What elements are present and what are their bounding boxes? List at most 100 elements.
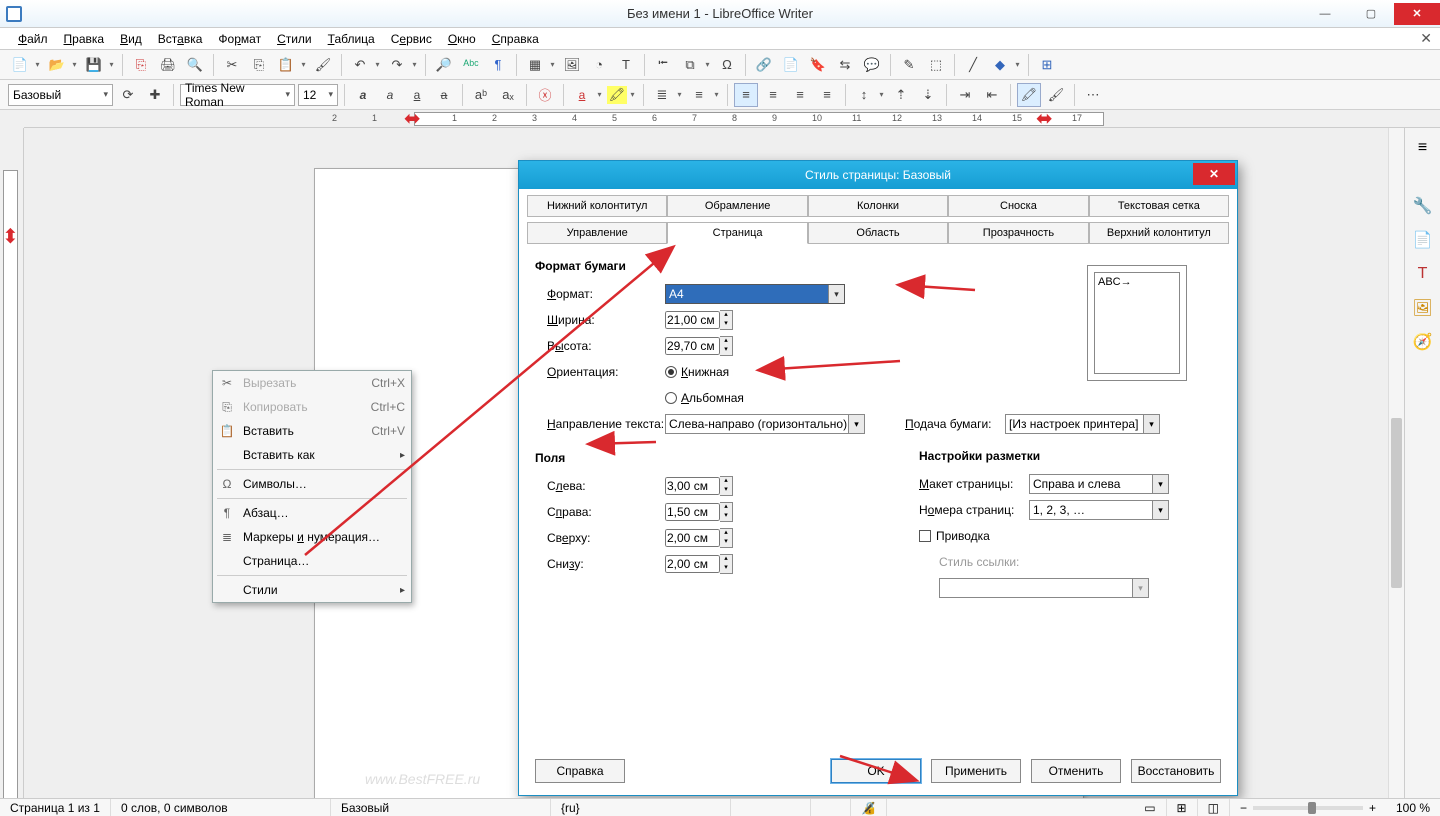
record-changes-icon[interactable]: ⬚ [924,53,948,77]
pagenum-combo[interactable]: 1, 2, 3, …▾ [1029,500,1169,520]
clone-fmt-icon[interactable]: 🖌 [311,53,335,77]
export-pdf-icon[interactable]: ⎘ [129,53,153,77]
ctx-paragraph[interactable]: ¶Абзац… [213,501,411,525]
comment-icon[interactable]: 💬 [860,53,884,77]
highlight-color-icon[interactable]: 🖍 [1017,83,1041,107]
status-words[interactable]: 0 слов, 0 символов [111,799,331,816]
undo-icon[interactable]: ↶ [348,53,372,77]
align-center-icon[interactable]: ≡ [761,83,785,107]
highlight-dropdown[interactable]: ▾ [628,83,637,107]
ctx-symbols[interactable]: ΩСимволы… [213,472,411,496]
ctx-styles[interactable]: Стили▸ [213,578,411,602]
copy-icon[interactable]: ⎘ [247,53,271,77]
special-char-icon[interactable]: Ω [715,53,739,77]
tab-area[interactable]: Область [808,222,948,244]
maximize-button[interactable]: ▢ [1348,3,1394,25]
tab-footer[interactable]: Нижний колонтитул [527,195,667,217]
print-icon[interactable]: 🖨 [156,53,180,77]
register-checkbox[interactable]: Приводка [919,529,990,543]
tab-textgrid[interactable]: Текстовая сетка [1089,195,1229,217]
draw-funcs-icon[interactable]: ⊞ [1035,53,1059,77]
highlight-icon[interactable]: 🖍 [607,86,627,104]
superscript-icon[interactable]: aᵇ [469,83,493,107]
status-style[interactable]: Базовый [331,799,551,816]
number-list-icon[interactable]: ≡ [687,83,711,107]
cancel-button[interactable]: Отменить [1031,759,1121,783]
paragraph-style-combo[interactable]: Базовый▾ [8,84,113,106]
tab-borders[interactable]: Обрамление [667,195,807,217]
status-sel[interactable] [811,799,851,816]
open-icon[interactable]: 📂 [45,53,69,77]
width-stepper[interactable]: ▴▾ [720,310,733,330]
table-icon[interactable]: ▦ [523,53,547,77]
open-dropdown[interactable]: ▾ [70,53,79,77]
line-icon[interactable]: ╱ [961,53,985,77]
textbox-icon[interactable]: T [614,53,638,77]
margin-right-input[interactable] [665,503,720,521]
cut-icon[interactable]: ✂ [220,53,244,77]
shapes-dropdown[interactable]: ▾ [1013,53,1022,77]
underline-icon[interactable]: a [405,83,429,107]
margin-bottom-input[interactable] [665,555,720,573]
hyperlink-icon[interactable]: 🔗 [752,53,776,77]
menu-format[interactable]: Формат [210,30,269,48]
dialog-close-button[interactable]: ✕ [1193,163,1235,185]
print-preview-icon[interactable]: 🔍 [183,53,207,77]
document-close-icon[interactable]: ✕ [1412,28,1440,49]
italic-icon[interactable]: a [378,83,402,107]
paste-icon[interactable]: 📋 [274,53,298,77]
vertical-ruler[interactable]: ⬍ [0,128,24,798]
margin-bottom-stepper[interactable]: ▴▾ [720,554,733,574]
font-size-combo[interactable]: 12▾ [298,84,338,106]
menu-insert[interactable]: Вставка [150,30,211,48]
field-dropdown[interactable]: ▾ [703,53,712,77]
tab-columns[interactable]: Колонки [808,195,948,217]
sidebar-gallery-icon[interactable]: 🖼 [1409,294,1437,322]
image-icon[interactable]: 🖼 [560,53,584,77]
status-view-multi-icon[interactable]: ⊞ [1167,799,1198,816]
sidebar-properties-icon[interactable]: 🔧 [1409,192,1437,220]
paste-dropdown[interactable]: ▾ [299,53,308,77]
align-right-icon[interactable]: ≡ [788,83,812,107]
horizontal-ruler[interactable]: 2 1 1 2 3 4 5 6 7 8 9 10 11 12 13 14 15 … [24,110,1440,128]
zoom-slider[interactable] [1253,806,1363,810]
format-combo[interactable]: A4▾ [665,284,845,304]
align-justify-icon[interactable]: ≡ [815,83,839,107]
ok-button[interactable]: OK [831,759,921,783]
new-style-icon[interactable]: ✚ [143,83,167,107]
bold-icon[interactable]: a [351,83,375,107]
status-lang[interactable]: {ru} [551,799,731,816]
textdir-combo[interactable]: Слева-направо (горизонтально)▾ [665,414,865,434]
para-bg-icon[interactable]: 🖌 [1044,83,1068,107]
menu-file[interactable]: Файл [10,30,56,48]
redo-dropdown[interactable]: ▾ [410,53,419,77]
margin-left-input[interactable] [665,477,720,495]
dialog-title[interactable]: Стиль страницы: Базовый ✕ [519,161,1237,189]
menu-tools[interactable]: Сервис [383,30,440,48]
bullet-list-icon[interactable]: ≣ [650,83,674,107]
page-break-icon[interactable]: ⭰ [651,53,675,77]
margin-top-stepper[interactable]: ▴▾ [720,528,733,548]
zoom-out-icon[interactable]: − [1240,801,1247,815]
help-button[interactable]: Справка [535,759,625,783]
apply-button[interactable]: Применить [931,759,1021,783]
table-dropdown[interactable]: ▾ [548,53,557,77]
chart-icon[interactable]: ◔ [587,53,611,77]
redo-icon[interactable]: ↷ [385,53,409,77]
save-icon[interactable]: 💾 [82,53,106,77]
find-replace-icon[interactable]: 🔎 [432,53,456,77]
width-input[interactable] [665,311,720,329]
tab-organizer[interactable]: Управление [527,222,667,244]
status-view-book-icon[interactable]: ◫ [1198,799,1230,816]
bookmark-icon[interactable]: 🔖 [806,53,830,77]
ctx-bullets[interactable]: ≣Маркеры и нумерация… [213,525,411,549]
font-name-combo[interactable]: Times New Roman▾ [180,84,295,106]
close-button[interactable]: ✕ [1394,3,1440,25]
align-left-icon[interactable]: ≡ [734,83,758,107]
sidebar-settings-icon[interactable]: ≡ [1409,134,1437,162]
footnote-icon[interactable]: 📄 [779,53,803,77]
track-changes-icon[interactable]: ✎ [897,53,921,77]
tab-header[interactable]: Верхний колонтитул [1089,222,1229,244]
status-zoom[interactable]: 100 % [1386,799,1440,816]
spellcheck-icon[interactable]: ᴬᵇᶜ [459,53,483,77]
